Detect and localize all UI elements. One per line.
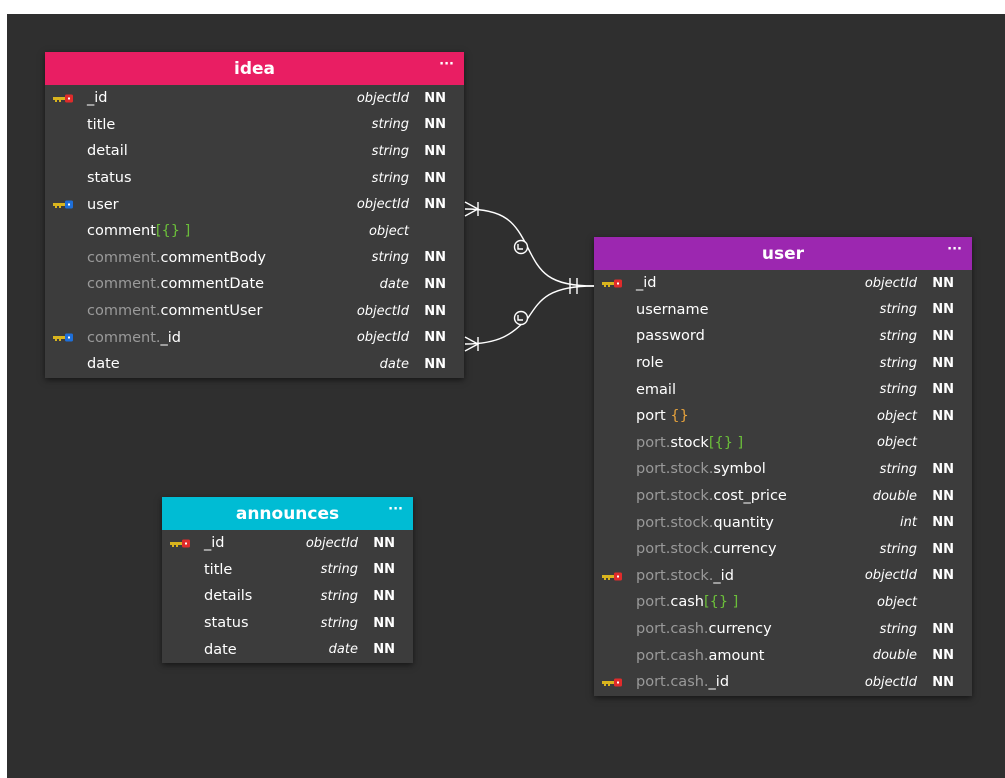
crows-foot-icon [464, 201, 480, 352]
optional-circle-icon [513, 239, 529, 326]
one-cardinality-icon [569, 278, 578, 294]
relation-line-comment-id[interactable] [464, 285, 595, 345]
relation-line-user[interactable] [464, 208, 595, 287]
relationship-lines [464, 201, 595, 352]
